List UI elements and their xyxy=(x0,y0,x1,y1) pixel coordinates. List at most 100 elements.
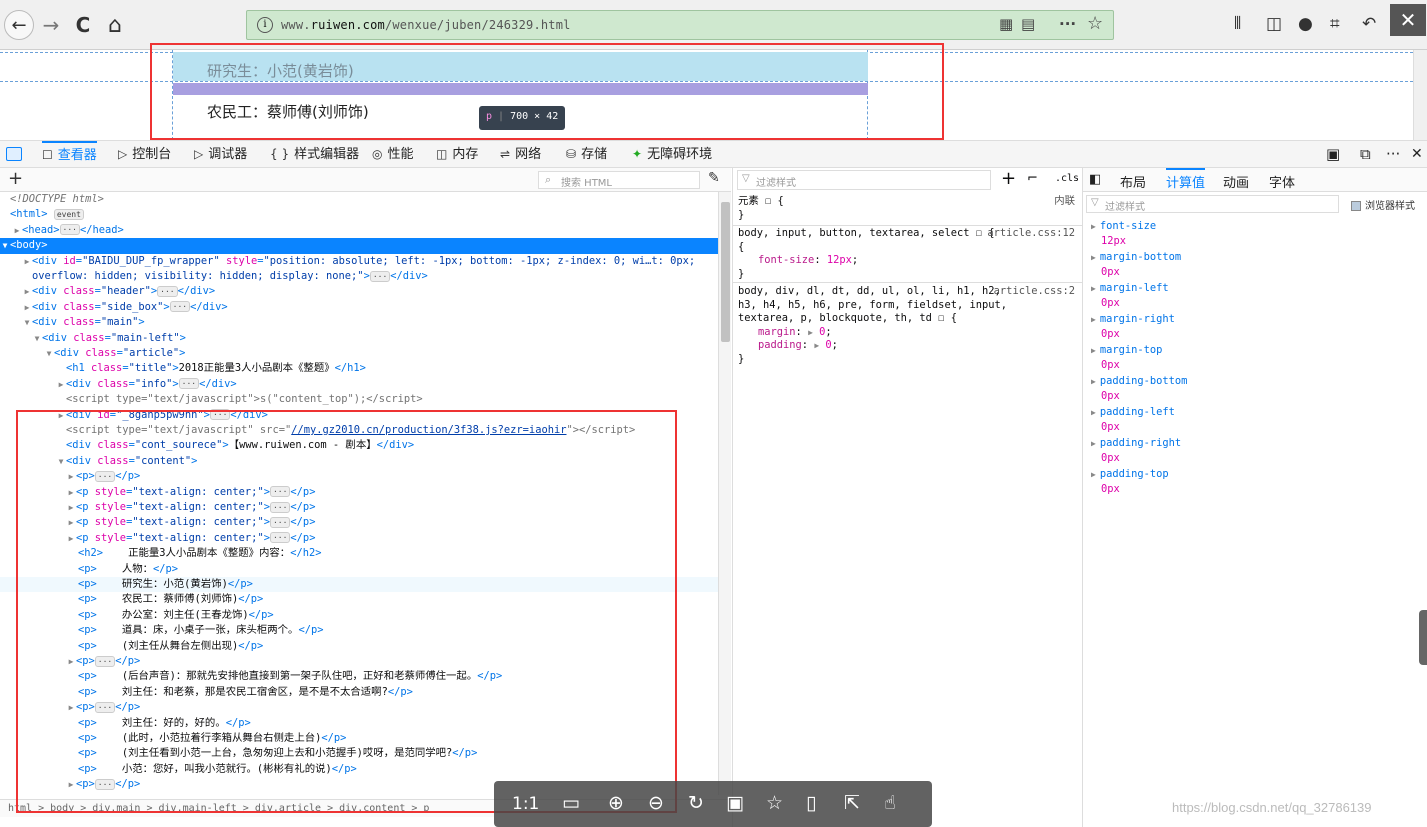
tree-node[interactable]: ▶ <p> ··· </p> xyxy=(0,469,718,484)
rule-font-size[interactable]: body, input, button, textarea, select ☐ … xyxy=(738,227,1078,281)
preview-scrollbar[interactable] xyxy=(1413,50,1427,140)
tab-fonts[interactable]: 字体 xyxy=(1269,172,1295,191)
tab-debugger[interactable]: ▷ 调试器 xyxy=(194,141,247,168)
actual-size-button[interactable]: 1:1 xyxy=(512,794,539,814)
tree-node[interactable]: ▶ <p style="text-align: center;"> ··· </p> xyxy=(0,531,718,546)
forward-icon[interactable]: → xyxy=(36,10,66,40)
computed-prop[interactable]: ▶ margin-top 0px xyxy=(1091,343,1162,372)
tree-node[interactable]: <p> 小范：您好，叫我小范就行。(彬彬有礼的说)</p> xyxy=(0,762,718,777)
tree-node[interactable]: ▼ <div class="main-left"> xyxy=(0,331,718,346)
tree-node[interactable]: <p> 刘主任：好的，好的。</p> xyxy=(0,716,718,731)
undo-icon[interactable]: ↶ xyxy=(1362,14,1376,34)
rule-source-link[interactable]: article.css:2 xyxy=(994,285,1075,299)
url-bar[interactable]: i www.ruiwen.com/wenxue/juben/246329.htm… xyxy=(246,10,1114,40)
tree-node[interactable]: ▶ <p style="text-align: center;"> ··· </p> xyxy=(0,515,718,530)
tab-storage[interactable]: ⛁ 存储 xyxy=(566,141,607,168)
eyedropper-icon[interactable]: ✎ xyxy=(708,170,720,186)
page-actions-icon[interactable]: ··· xyxy=(1059,15,1076,33)
side-handle[interactable] xyxy=(1419,610,1427,665)
tree-node[interactable]: <p> 道具：床，小桌子一张，床头柜两个。</p> xyxy=(0,623,718,638)
tree-node[interactable]: ▼ <div class="article"> xyxy=(0,346,718,361)
tab-network[interactable]: ⇌ 网络 xyxy=(500,141,541,168)
rule-reset[interactable]: body, div, dl, dt, dd, ul, ol, li, h1, h… xyxy=(738,285,1078,366)
screenshot-icon[interactable]: ⌗ xyxy=(1330,14,1340,34)
tree-node[interactable]: <p> 办公室：刘主任(王春龙饰)</p> xyxy=(0,608,718,623)
tree-node[interactable]: ▶ <div id="_8ganp5pw9hh"> ··· </div> xyxy=(0,408,718,423)
tree-node[interactable]: <script type="text/javascript">s("conten… xyxy=(0,392,718,407)
more-options-icon[interactable]: ··· xyxy=(1386,141,1400,168)
tab-animations[interactable]: 动画 xyxy=(1223,172,1249,191)
tree-node[interactable]: <p> (刘主任从舞台左侧出现)</p> xyxy=(0,639,718,654)
phone-icon[interactable]: ▯ xyxy=(806,792,816,814)
markup-scrollbar[interactable] xyxy=(718,192,731,795)
tree-node[interactable]: <div class="cont_sourece">【www.ruiwen.co… xyxy=(0,438,718,453)
computed-prop[interactable]: ▶ margin-left 0px xyxy=(1091,281,1169,310)
rules-filter-input[interactable]: ▽ 过滤样式 xyxy=(737,170,991,190)
tree-node[interactable]: overflow: hidden; visibility: hidden; di… xyxy=(0,269,718,284)
tree-node[interactable]: <!DOCTYPE html> xyxy=(0,192,718,207)
computed-prop[interactable]: ▶ padding-bottom 0px xyxy=(1091,374,1187,403)
tree-node[interactable]: <p> 刘主任：和老蔡，那是农民工宿舍区，是不是不太合适啊?</p> xyxy=(0,685,718,700)
like-icon[interactable]: ☝ xyxy=(884,792,896,814)
library-icon[interactable]: ⫴ xyxy=(1234,14,1241,34)
tab-console[interactable]: ▷ 控制台 xyxy=(118,141,171,168)
tab-layout[interactable]: 布局 xyxy=(1120,172,1146,191)
tree-node[interactable]: <h1 class="title">2018正能量3人小品剧本《整题》</h1> xyxy=(0,361,718,376)
chat-icon[interactable]: ● xyxy=(1298,14,1313,34)
tab-style-editor[interactable]: { } 样式编辑器 xyxy=(270,141,359,168)
tree-node[interactable]: ▶ <head> ··· </head> xyxy=(0,223,718,238)
fit-screen-icon[interactable]: ▭ xyxy=(562,792,580,814)
computed-filter-input[interactable]: ▽ 过滤样式 xyxy=(1086,195,1339,213)
tree-node[interactable]: <p> (刘主任看到小范一上台，急匆匆迎上去和小范握手)哎呀，是范同学吧?</p… xyxy=(0,746,718,761)
tree-node[interactable]: ▶ <p style="text-align: center;"> ··· </p> xyxy=(0,485,718,500)
tree-node-selected[interactable]: ▼ <body> xyxy=(0,238,718,254)
reload-icon[interactable]: C xyxy=(68,10,98,40)
computed-prop[interactable]: ▶ margin-right 0px xyxy=(1091,312,1175,341)
tree-node[interactable]: <p> (后台声音)：那就先安排他直接到第一架子队住吧，正好和老蔡师傅住一起。<… xyxy=(0,669,718,684)
tree-node[interactable]: ▶ <div id="BAIDU_DUP_fp_wrapper" style="p… xyxy=(0,254,718,269)
site-info-icon[interactable]: i xyxy=(257,17,273,33)
tab-memory[interactable]: ◫ 内存 xyxy=(436,141,478,168)
tree-node-hovered[interactable]: <p> 研究生：小范(黄岩饰)</p> xyxy=(0,577,718,593)
tree-node[interactable]: ▶ <p style="text-align: center;"> ··· </p> xyxy=(0,500,718,515)
save-icon[interactable]: ▣ xyxy=(726,792,744,814)
bookmark-star-icon[interactable]: ☆ xyxy=(1087,13,1103,34)
rule-element[interactable]: 元素 ☐ { 内联 } xyxy=(738,195,1078,222)
add-rule-icon[interactable]: + xyxy=(1001,168,1016,189)
tree-node[interactable]: <h2> 正能量3人小品剧本《整题》内容：</h2> xyxy=(0,546,718,561)
home-icon[interactable]: ⌂ xyxy=(100,10,130,40)
rule-source-link[interactable]: article.css:12 xyxy=(987,227,1075,241)
zoom-out-icon[interactable]: ⊖ xyxy=(648,792,664,814)
zoom-in-icon[interactable]: ⊕ xyxy=(608,792,624,814)
tree-node[interactable]: ▶ <p> ··· </p> xyxy=(0,654,718,669)
tree-node[interactable]: <script type="text/javascript" src="//my… xyxy=(0,423,718,438)
tree-node[interactable]: <html> event xyxy=(0,207,718,222)
close-devtools-icon[interactable]: ✕ xyxy=(1411,141,1423,168)
qr-code-icon[interactable]: ▦ xyxy=(999,15,1013,33)
favorite-icon[interactable]: ☆ xyxy=(766,792,783,814)
tree-node[interactable]: ▶ <p> ··· </p> xyxy=(0,700,718,715)
event-badge[interactable]: event xyxy=(53,208,84,220)
rotate-icon[interactable]: ↻ xyxy=(688,792,704,814)
reader-view-icon[interactable]: ▤ xyxy=(1021,15,1035,33)
tab-inspector[interactable]: ☐ 查看器 xyxy=(42,141,97,168)
element-picker-icon[interactable] xyxy=(6,147,22,161)
toggle-pseudo-icon[interactable]: ⌐ xyxy=(1027,171,1038,186)
toggle-sidebar-icon[interactable]: ◧ xyxy=(1089,172,1101,187)
scrollbar-thumb[interactable] xyxy=(721,202,730,342)
browser-styles-checkbox[interactable]: 浏览器样式 xyxy=(1351,197,1415,212)
computed-prop[interactable]: ▶ padding-right 0px xyxy=(1091,436,1181,465)
tree-node[interactable]: ▶ <div class="header"> ··· </div> xyxy=(0,284,718,299)
tree-node[interactable]: ▼ <div class="content"> xyxy=(0,454,718,469)
sidebar-icon[interactable]: ◫ xyxy=(1266,14,1282,34)
tab-computed[interactable]: 计算值 xyxy=(1166,168,1206,191)
url-text[interactable]: www.ruiwen.com/wenxue/juben/246329.html xyxy=(281,18,571,32)
split-window-icon[interactable]: ⧉ xyxy=(1360,141,1371,168)
tree-node[interactable]: ▶ <div class="side_box"> ··· </div> xyxy=(0,300,718,315)
tree-node[interactable]: <p> 农民工：蔡师傅(刘师饰)</p> xyxy=(0,592,718,607)
tree-node[interactable]: ▶ <div class="info"> ··· </div> xyxy=(0,377,718,392)
computed-prop[interactable]: ▶ font-size 12px xyxy=(1091,219,1156,248)
tab-performance[interactable]: ◎ 性能 xyxy=(372,141,414,168)
add-node-icon[interactable]: + xyxy=(8,168,23,189)
computed-prop[interactable]: ▶ padding-top 0px xyxy=(1091,467,1169,496)
